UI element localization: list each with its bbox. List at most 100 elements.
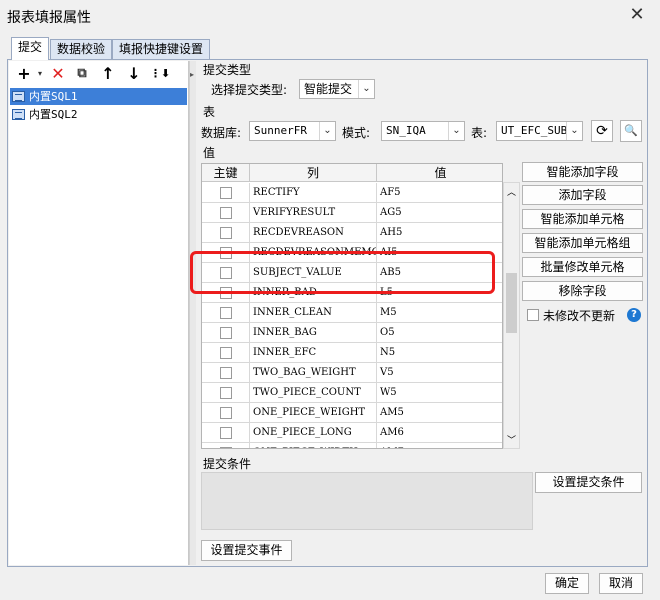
help-icon[interactable]: ?: [627, 308, 641, 322]
primary-key-checkbox[interactable]: [220, 307, 232, 319]
primary-key-checkbox[interactable]: [220, 347, 232, 359]
close-icon[interactable]: ✕: [628, 6, 646, 24]
primary-key-checkbox[interactable]: [220, 247, 232, 259]
sql-list-pane: [9, 61, 189, 565]
tab-data-validation[interactable]: 数据校验: [50, 39, 113, 59]
table-row[interactable]: RECDEVREASONMEMO AI5: [202, 243, 502, 263]
column-cell[interactable]: INNER_EFC: [250, 343, 377, 363]
value-cell[interactable]: L5: [377, 283, 502, 303]
table-icon: [12, 109, 25, 120]
table-select[interactable]: UT_EFC_SUB ⌄: [496, 121, 583, 141]
value-cell[interactable]: AB5: [377, 263, 502, 283]
tree-item-sql2[interactable]: 内置SQL2: [10, 106, 187, 123]
primary-key-checkbox[interactable]: [220, 447, 232, 448]
submit-type-select[interactable]: 智能提交 ⌄: [299, 79, 375, 99]
primary-key-checkbox[interactable]: [220, 427, 232, 439]
smart-add-field-button[interactable]: 智能添加字段: [522, 162, 643, 182]
table-row[interactable]: ONE_PIECE_WIDTHAM7: [202, 443, 502, 448]
scroll-thumb[interactable]: [506, 273, 517, 333]
batch-modify-cell-button[interactable]: 批量修改单元格: [522, 257, 643, 277]
value-cell[interactable]: V5: [377, 363, 502, 383]
table-row[interactable]: RECTIFY AF5: [202, 183, 502, 203]
key-cell: [202, 443, 250, 448]
column-cell[interactable]: SUBJECT_VALUE: [250, 263, 377, 283]
primary-key-checkbox[interactable]: [220, 227, 232, 239]
column-cell[interactable]: INNER_BAG: [250, 323, 377, 343]
table-row[interactable]: INNER_BAD L5: [202, 283, 502, 303]
copy-icon[interactable]: ⧉: [72, 63, 92, 85]
submit-condition-section-label: 提交条件: [203, 457, 252, 471]
tree-item-sql1[interactable]: 内置SQL1: [10, 88, 187, 105]
preview-search-icon[interactable]: 🔍: [620, 120, 642, 142]
submit-condition-area: [201, 472, 533, 530]
column-cell[interactable]: RECDEVREASON: [250, 223, 377, 243]
primary-key-checkbox[interactable]: [220, 387, 232, 399]
scroll-up-icon[interactable]: ︿: [507, 185, 516, 198]
value-cell[interactable]: AM6: [377, 423, 502, 443]
table-header: 主键 列 值: [202, 164, 502, 182]
tab-submit[interactable]: 提交: [11, 37, 50, 60]
value-cell[interactable]: AG5: [377, 203, 502, 223]
delete-icon[interactable]: ✕: [48, 63, 68, 85]
primary-key-checkbox[interactable]: [220, 407, 232, 419]
value-cell[interactable]: O5: [377, 323, 502, 343]
unmodified-no-update-checkbox[interactable]: [527, 309, 539, 321]
column-cell[interactable]: VERIFYRESULT: [250, 203, 377, 223]
table-row[interactable]: TWO_PIECE_COUNT W5: [202, 383, 502, 403]
value-cell[interactable]: AF5: [377, 183, 502, 203]
move-down-icon[interactable]: ↓: [124, 63, 144, 85]
chevron-down-icon[interactable]: ▾: [30, 63, 50, 85]
set-submit-condition-button[interactable]: 设置提交条件: [535, 472, 642, 493]
primary-key-checkbox[interactable]: [220, 207, 232, 219]
table-scrollbar[interactable]: ︿ ﹀: [503, 182, 520, 449]
table-row[interactable]: VERIFYRESULT AG5: [202, 203, 502, 223]
column-cell[interactable]: TWO_PIECE_COUNT: [250, 383, 377, 403]
refresh-icon[interactable]: ⟳: [591, 120, 613, 142]
table-row[interactable]: INNER_EFC N5: [202, 343, 502, 363]
column-cell[interactable]: TWO_BAG_WEIGHT: [250, 363, 377, 383]
column-cell[interactable]: ONE_PIECE_WEIGHT: [250, 403, 377, 423]
table-row[interactable]: TWO_BAG_WEIGHT V5: [202, 363, 502, 383]
set-submit-event-button[interactable]: 设置提交事件: [201, 540, 292, 561]
remove-field-button[interactable]: 移除字段: [522, 281, 643, 301]
value-cell[interactable]: M5: [377, 303, 502, 323]
primary-key-checkbox[interactable]: [220, 267, 232, 279]
value-cell[interactable]: AM7: [377, 443, 502, 448]
tab-shortcut-settings[interactable]: 填报快捷键设置: [112, 39, 211, 59]
primary-key-checkbox[interactable]: [220, 187, 232, 199]
column-cell[interactable]: ONE_PIECE_LONG: [250, 423, 377, 443]
schema-select[interactable]: SN_IQA ⌄: [381, 121, 465, 141]
table-row[interactable]: INNER_BAG O5: [202, 323, 502, 343]
database-select[interactable]: SunnerFR ⌄: [249, 121, 336, 141]
schema-value: SN_IQA: [386, 124, 426, 137]
sort-icon[interactable]: ⋮⬇: [150, 63, 170, 85]
column-cell[interactable]: INNER_CLEAN: [250, 303, 377, 323]
value-cell[interactable]: AH5: [377, 223, 502, 243]
scroll-down-icon[interactable]: ﹀: [507, 433, 516, 446]
primary-key-checkbox[interactable]: [220, 287, 232, 299]
smart-add-cell-button[interactable]: 智能添加单元格: [522, 209, 643, 229]
table-row[interactable]: INNER_CLEAN M5: [202, 303, 502, 323]
primary-key-checkbox[interactable]: [220, 367, 232, 379]
window-title: 报表填报属性: [7, 10, 91, 26]
table-row[interactable]: SUBJECT_VALUE AB5: [202, 263, 502, 283]
value-cell[interactable]: W5: [377, 383, 502, 403]
ok-button[interactable]: 确定: [545, 573, 589, 594]
value-cell[interactable]: AM5: [377, 403, 502, 423]
table-row[interactable]: ONE_PIECE_LONG AM6: [202, 423, 502, 443]
column-cell[interactable]: RECTIFY: [250, 183, 377, 203]
cancel-button[interactable]: 取消: [599, 573, 643, 594]
value-cell[interactable]: N5: [377, 343, 502, 363]
column-cell[interactable]: INNER_BAD: [250, 283, 377, 303]
table-row[interactable]: ONE_PIECE_WEIGHT AM5: [202, 403, 502, 423]
column-cell[interactable]: RECDEVREASONMEMO: [250, 243, 377, 263]
smart-add-cell-group-button[interactable]: 智能添加单元格组: [522, 233, 643, 253]
collapse-arrow-icon[interactable]: ▸: [190, 70, 194, 79]
table-row[interactable]: RECDEVREASON AH5: [202, 223, 502, 243]
add-field-button[interactable]: 添加字段: [522, 185, 643, 205]
pane-splitter[interactable]: [189, 61, 196, 565]
primary-key-checkbox[interactable]: [220, 327, 232, 339]
value-cell[interactable]: AI5: [377, 243, 502, 263]
column-cell[interactable]: ONE_PIECE_WIDTH: [250, 443, 377, 448]
move-up-icon[interactable]: ↑: [98, 63, 118, 85]
